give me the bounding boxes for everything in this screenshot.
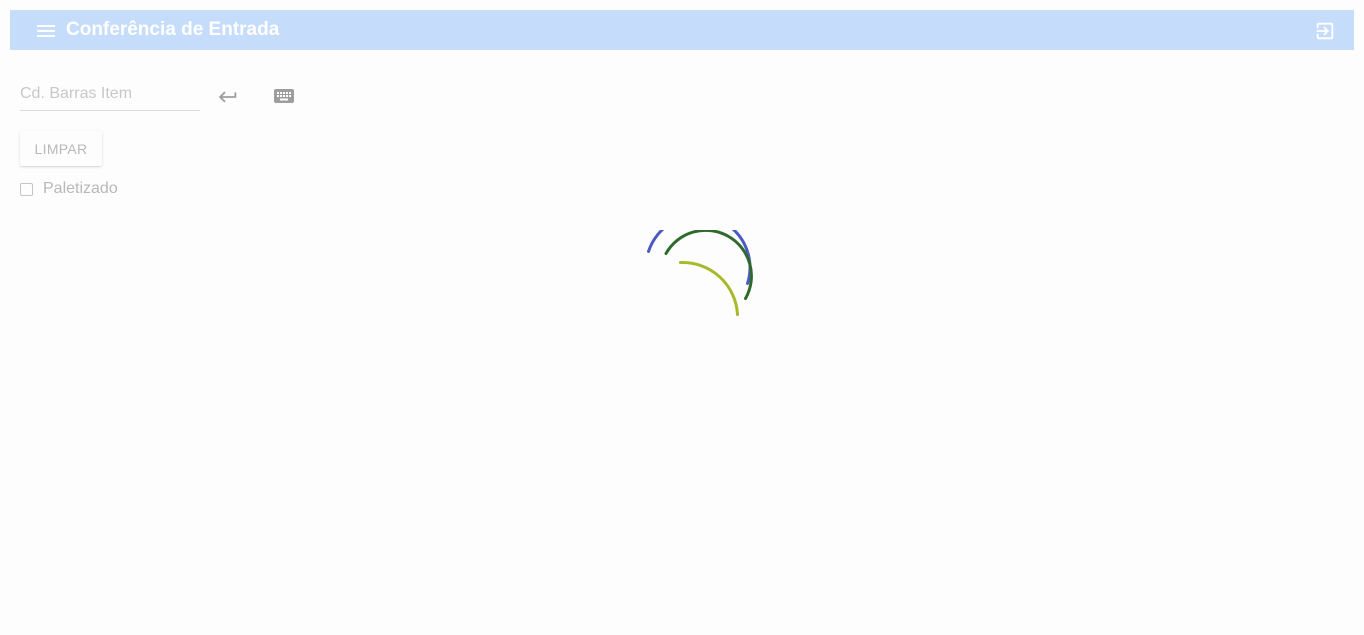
barcode-input[interactable]	[20, 80, 200, 108]
clear-button[interactable]: LIMPAR	[20, 131, 102, 166]
exit-to-app-icon[interactable]	[1314, 20, 1336, 42]
palletized-checkbox[interactable]	[20, 182, 33, 196]
barcode-field	[20, 80, 200, 111]
spinner-arc-inner	[679, 260, 739, 316]
menu-icon[interactable]	[36, 23, 56, 39]
spinner-arc-outer	[647, 213, 752, 285]
keyboard-icon[interactable]	[272, 86, 296, 106]
keyboard-return-icon[interactable]	[216, 86, 240, 108]
palletized-label: Paletizado	[43, 180, 118, 197]
loading-spinner	[630, 213, 760, 330]
page-title: Conferência de Entrada	[66, 19, 280, 40]
spinner-arc-middle	[664, 228, 753, 300]
page: Conferência de Entrada L	[0, 0, 1364, 635]
palletized-checkbox-row[interactable]: Paletizado	[20, 179, 118, 199]
top-toolbar: Conferência de Entrada	[10, 10, 1354, 50]
